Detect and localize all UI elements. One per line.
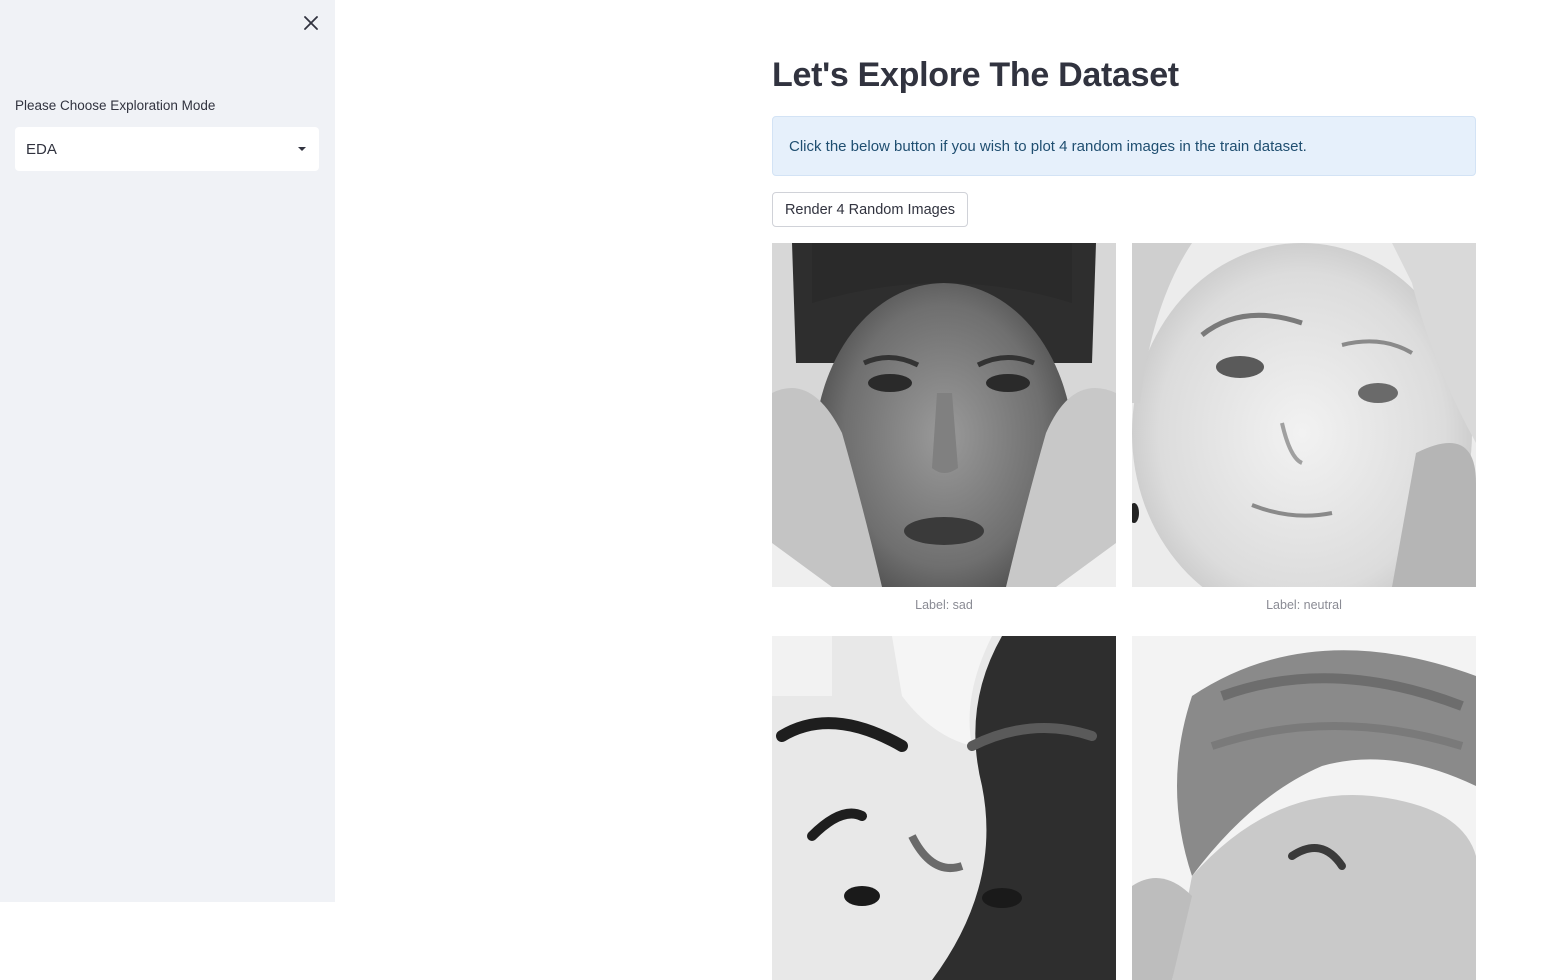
dataset-image-1 [772,243,1116,587]
dataset-image-3 [772,636,1116,980]
info-alert: Click the below button if you wish to pl… [772,116,1476,176]
image-1-caption: Label: sad [915,598,973,612]
image-2-caption: Label: neutral [1266,598,1342,612]
page-title: Let's Explore The Dataset [772,56,1179,94]
sidebar: Please Choose Exploration Mode EDA [0,0,335,902]
mode-select-label: Please Choose Exploration Mode [15,98,216,113]
dataset-image-4 [1132,636,1476,980]
close-icon[interactable] [299,11,323,35]
info-alert-text: Click the below button if you wish to pl… [789,137,1307,155]
mode-select-value: EDA [26,140,57,158]
exploration-mode-select[interactable]: EDA [15,127,319,171]
render-random-images-button[interactable]: Render 4 Random Images [772,192,968,227]
dataset-image-2 [1132,243,1476,587]
caret-down-icon [297,144,307,154]
